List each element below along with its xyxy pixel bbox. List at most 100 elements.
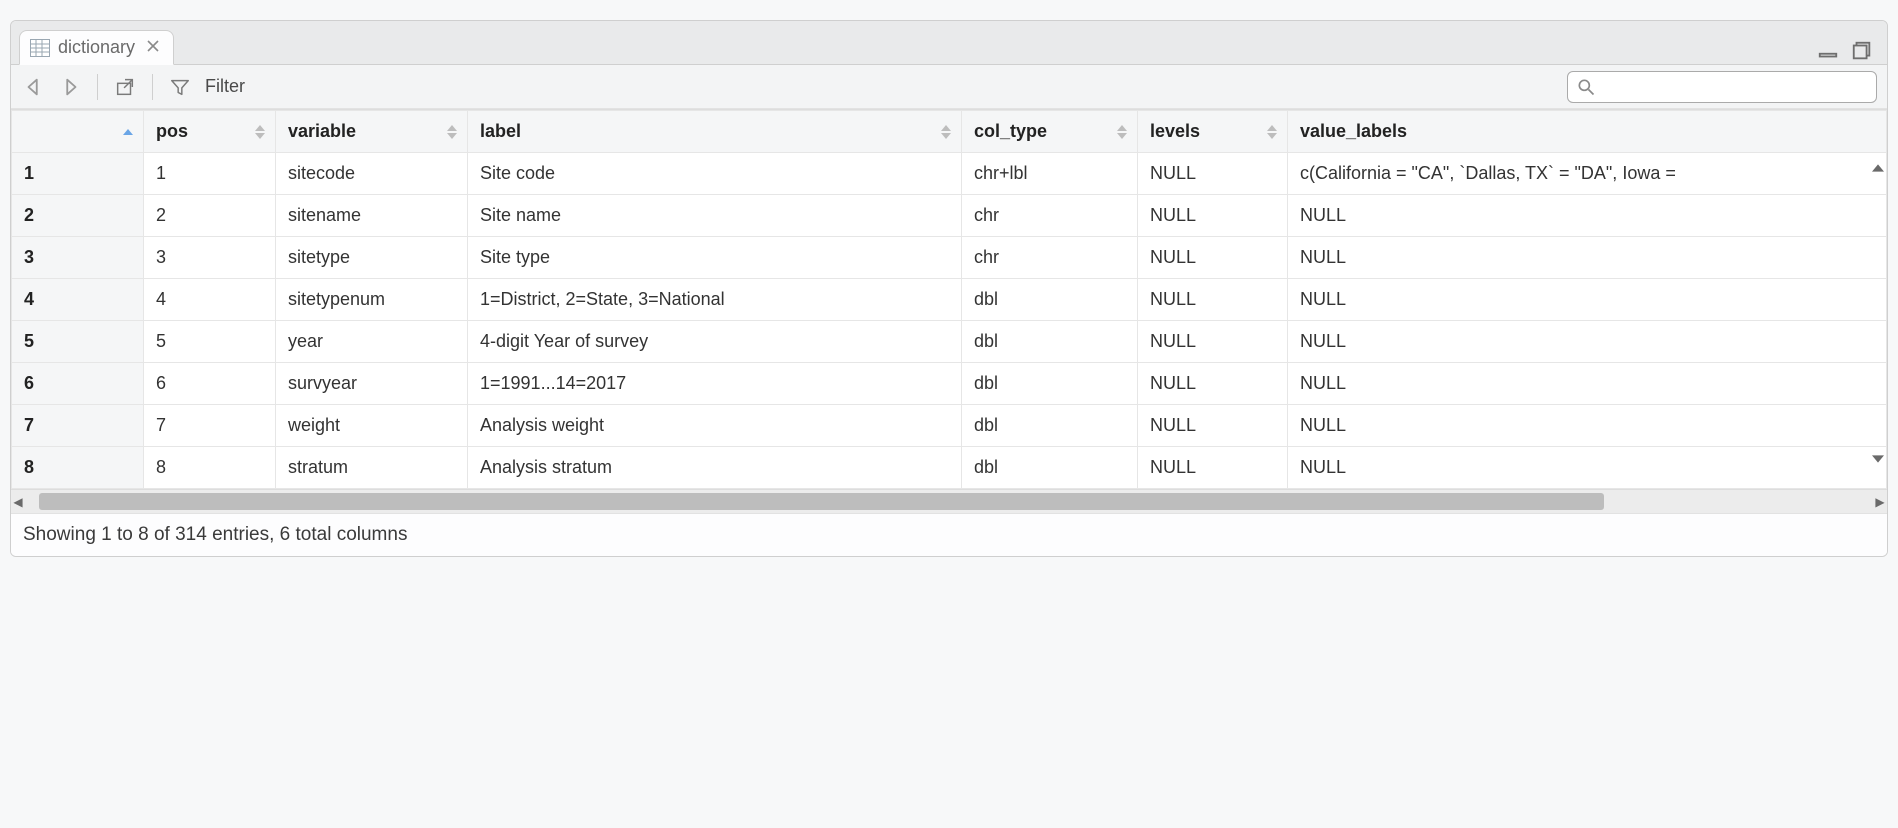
cell-levels: NULL bbox=[1138, 321, 1288, 363]
table-row[interactable]: 3 3 sitetype Site type chr NULL NULL bbox=[12, 237, 1887, 279]
cell-label: Site type bbox=[468, 237, 962, 279]
table-row[interactable]: 1 1 sitecode Site code chr+lbl NULL c(Ca… bbox=[12, 153, 1887, 195]
forward-icon[interactable] bbox=[57, 74, 83, 100]
cell-coltype: chr bbox=[962, 195, 1138, 237]
table-row[interactable]: 6 6 survyear 1=1991...14=2017 dbl NULL N… bbox=[12, 363, 1887, 405]
sort-icon bbox=[255, 125, 265, 139]
search-input[interactable] bbox=[1596, 76, 1868, 98]
close-tab-icon[interactable] bbox=[147, 39, 159, 57]
cell-label: 1=1991...14=2017 bbox=[468, 363, 962, 405]
row-number: 1 bbox=[12, 153, 144, 195]
cell-levels: NULL bbox=[1138, 363, 1288, 405]
cell-pos: 4 bbox=[144, 279, 276, 321]
separator bbox=[152, 74, 153, 100]
column-header-valuelabels[interactable]: value_labels bbox=[1288, 111, 1887, 153]
status-bar: Showing 1 to 8 of 314 entries, 6 total c… bbox=[11, 513, 1887, 556]
cell-label: Analysis stratum bbox=[468, 447, 962, 489]
cell-levels: NULL bbox=[1138, 279, 1288, 321]
header-label: label bbox=[480, 121, 521, 141]
cell-valuelabels: NULL bbox=[1288, 195, 1887, 237]
row-number: 2 bbox=[12, 195, 144, 237]
sort-icon bbox=[447, 125, 457, 139]
table-row[interactable]: 8 8 stratum Analysis stratum dbl NULL NU… bbox=[12, 447, 1887, 489]
header-label: col_type bbox=[974, 121, 1047, 141]
popout-icon[interactable] bbox=[112, 74, 138, 100]
dataframe-icon bbox=[30, 39, 50, 57]
cell-coltype: chr+lbl bbox=[962, 153, 1138, 195]
minimize-pane-icon[interactable] bbox=[1815, 38, 1841, 64]
row-number: 7 bbox=[12, 405, 144, 447]
cell-variable: weight bbox=[276, 405, 468, 447]
column-header-levels[interactable]: levels bbox=[1138, 111, 1288, 153]
table-body: 1 1 sitecode Site code chr+lbl NULL c(Ca… bbox=[12, 153, 1887, 489]
column-header-rownum[interactable] bbox=[12, 111, 144, 153]
cell-coltype: dbl bbox=[962, 447, 1138, 489]
cell-pos: 3 bbox=[144, 237, 276, 279]
row-number: 8 bbox=[12, 447, 144, 489]
scroll-left-icon[interactable]: ◀ bbox=[11, 495, 25, 509]
sort-icon bbox=[1267, 125, 1277, 139]
column-header-coltype[interactable]: col_type bbox=[962, 111, 1138, 153]
table-row[interactable]: 7 7 weight Analysis weight dbl NULL NULL bbox=[12, 405, 1887, 447]
cell-pos: 8 bbox=[144, 447, 276, 489]
cell-label: Site code bbox=[468, 153, 962, 195]
scroll-right-icon[interactable]: ▶ bbox=[1873, 495, 1887, 509]
back-icon[interactable] bbox=[21, 74, 47, 100]
search-box[interactable] bbox=[1567, 71, 1877, 103]
filter-label[interactable]: Filter bbox=[205, 76, 245, 97]
cell-coltype: dbl bbox=[962, 405, 1138, 447]
table-row[interactable]: 2 2 sitename Site name chr NULL NULL bbox=[12, 195, 1887, 237]
tab-dictionary[interactable]: dictionary bbox=[19, 30, 174, 65]
toolbar: Filter bbox=[11, 65, 1887, 109]
header-label: levels bbox=[1150, 121, 1200, 141]
cell-coltype: dbl bbox=[962, 321, 1138, 363]
cell-levels: NULL bbox=[1138, 447, 1288, 489]
header-label: variable bbox=[288, 121, 356, 141]
horizontal-scrollbar[interactable]: ◀ ▶ bbox=[11, 489, 1887, 513]
pane-controls bbox=[1815, 38, 1887, 64]
cell-valuelabels: NULL bbox=[1288, 237, 1887, 279]
sort-icon bbox=[1117, 125, 1127, 139]
table-row[interactable]: 4 4 sitetypenum 1=District, 2=State, 3=N… bbox=[12, 279, 1887, 321]
header-label: pos bbox=[156, 121, 188, 141]
cell-valuelabels: NULL bbox=[1288, 321, 1887, 363]
scrollbar-thumb[interactable] bbox=[39, 493, 1604, 510]
tabstrip: dictionary bbox=[11, 21, 1887, 65]
cell-valuelabels: NULL bbox=[1288, 363, 1887, 405]
cell-levels: NULL bbox=[1138, 153, 1288, 195]
cell-pos: 7 bbox=[144, 405, 276, 447]
data-table: pos variable label bbox=[11, 110, 1887, 489]
cell-coltype: chr bbox=[962, 237, 1138, 279]
row-number: 4 bbox=[12, 279, 144, 321]
maximize-pane-icon[interactable] bbox=[1849, 38, 1875, 64]
row-number: 5 bbox=[12, 321, 144, 363]
cell-variable: sitetypenum bbox=[276, 279, 468, 321]
cell-label: Analysis weight bbox=[468, 405, 962, 447]
cell-levels: NULL bbox=[1138, 195, 1288, 237]
separator bbox=[97, 74, 98, 100]
cell-variable: survyear bbox=[276, 363, 468, 405]
sort-icon bbox=[941, 125, 951, 139]
column-header-variable[interactable]: variable bbox=[276, 111, 468, 153]
header-row: pos variable label bbox=[12, 111, 1887, 153]
status-text: Showing 1 to 8 of 314 entries, 6 total c… bbox=[23, 524, 407, 545]
table-row[interactable]: 5 5 year 4-digit Year of survey dbl NULL… bbox=[12, 321, 1887, 363]
cell-variable: sitetype bbox=[276, 237, 468, 279]
cell-valuelabels: NULL bbox=[1288, 279, 1887, 321]
cell-coltype: dbl bbox=[962, 279, 1138, 321]
column-header-pos[interactable]: pos bbox=[144, 111, 276, 153]
filter-icon[interactable] bbox=[167, 74, 193, 100]
cell-label: Site name bbox=[468, 195, 962, 237]
cell-pos: 5 bbox=[144, 321, 276, 363]
grid: pos variable label bbox=[11, 109, 1887, 489]
cell-coltype: dbl bbox=[962, 363, 1138, 405]
cell-levels: NULL bbox=[1138, 237, 1288, 279]
cell-valuelabels: NULL bbox=[1288, 447, 1887, 489]
cell-valuelabels: c(California = "CA", `Dallas, TX` = "DA"… bbox=[1288, 153, 1887, 195]
cell-variable: sitecode bbox=[276, 153, 468, 195]
scrollbar-track[interactable] bbox=[39, 490, 1859, 513]
cell-pos: 2 bbox=[144, 195, 276, 237]
cell-valuelabels: NULL bbox=[1288, 405, 1887, 447]
cell-levels: NULL bbox=[1138, 405, 1288, 447]
column-header-label[interactable]: label bbox=[468, 111, 962, 153]
